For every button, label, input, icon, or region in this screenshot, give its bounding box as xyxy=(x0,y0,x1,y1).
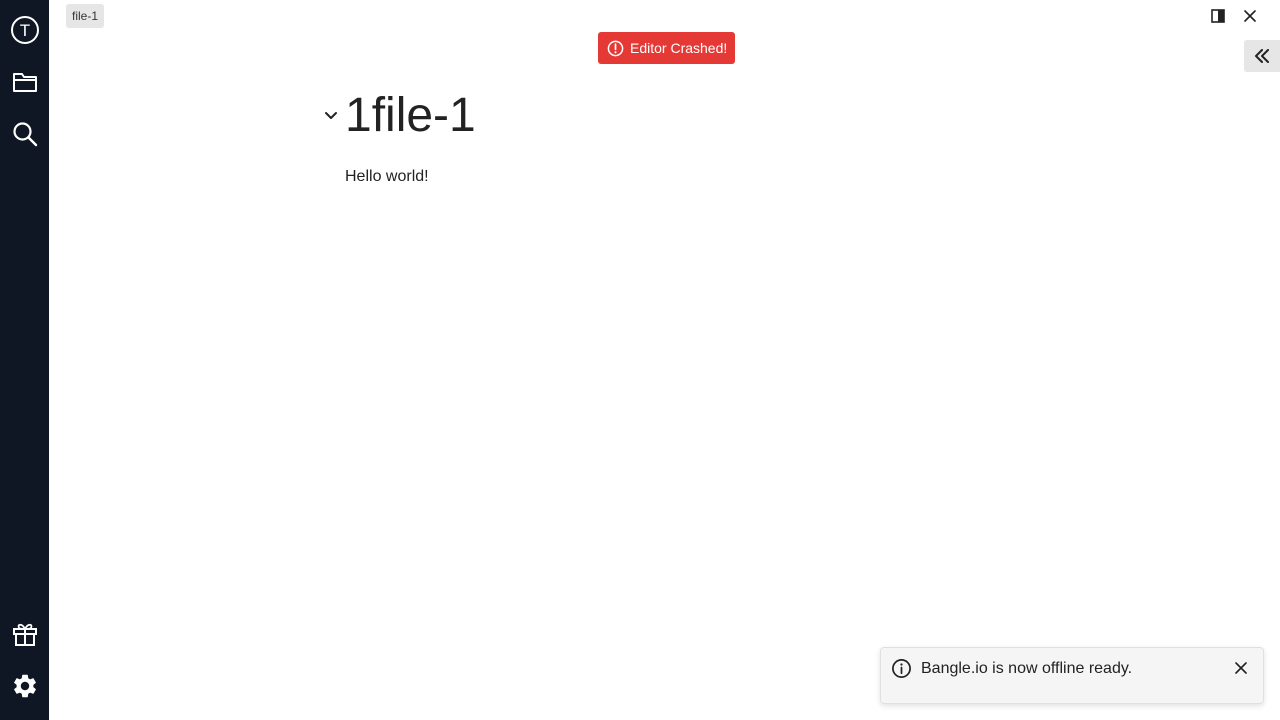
toast-message: Bangle.io is now offline ready. xyxy=(921,660,1133,677)
settings-button[interactable] xyxy=(0,666,49,706)
svg-text:T: T xyxy=(19,21,29,40)
info-icon xyxy=(892,659,911,678)
crash-label: Editor Crashed! xyxy=(630,40,728,56)
double-chevron-left-icon xyxy=(1255,49,1269,63)
workspace-logo-icon: T xyxy=(10,16,39,44)
split-view-button[interactable] xyxy=(1206,4,1230,28)
close-icon xyxy=(1235,662,1247,674)
chevron-down-icon xyxy=(325,112,337,119)
toggle-sidebar-button[interactable] xyxy=(1244,40,1280,72)
gear-icon xyxy=(13,674,36,698)
app-root: T file-1 Editor Crashed! 1file-1 Hello w… xyxy=(0,0,1280,720)
toast-close-button[interactable] xyxy=(1231,658,1251,678)
heading-fold-button[interactable] xyxy=(320,104,342,128)
editor-tab[interactable]: file-1 xyxy=(66,4,105,28)
alert-circle-icon xyxy=(607,40,624,56)
editor-crashed-badge[interactable]: Editor Crashed! xyxy=(598,32,736,64)
gift-icon xyxy=(12,623,37,646)
activity-bar: T xyxy=(0,0,49,720)
search-icon xyxy=(12,122,37,147)
close-editor-button[interactable] xyxy=(1238,4,1262,28)
heading-row: 1file-1 xyxy=(320,86,476,146)
notification-toast: Bangle.io is now offline ready. xyxy=(880,647,1264,704)
document-paragraph[interactable]: Hello world! xyxy=(345,166,429,188)
whats-new-button[interactable] xyxy=(0,614,49,654)
folder-icon xyxy=(12,73,37,92)
workspace-button[interactable]: T xyxy=(0,10,49,50)
search-button[interactable] xyxy=(0,114,49,154)
split-view-icon xyxy=(1211,9,1225,23)
close-icon xyxy=(1244,10,1256,22)
document-heading[interactable]: 1file-1 xyxy=(345,86,476,146)
file-browser-button[interactable] xyxy=(0,62,49,102)
